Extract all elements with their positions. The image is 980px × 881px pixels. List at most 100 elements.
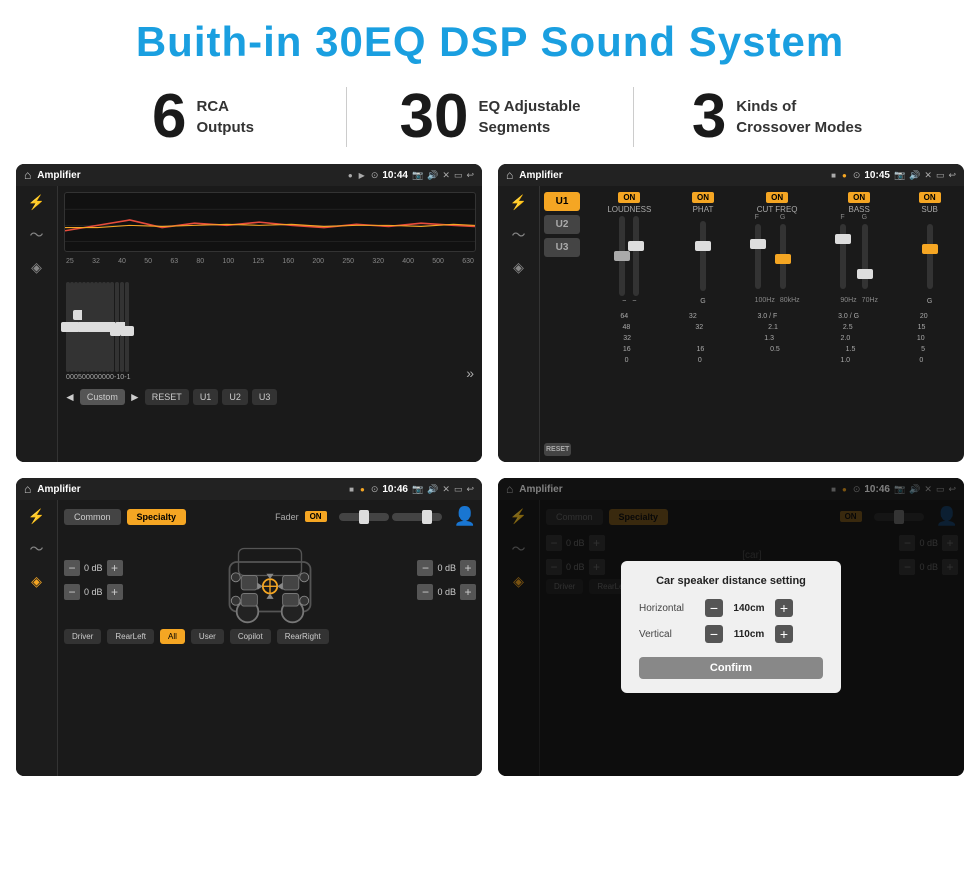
next-arrow[interactable]: ► bbox=[129, 390, 141, 404]
u3-btn-1[interactable]: U3 bbox=[252, 389, 278, 405]
phat-slider-v[interactable] bbox=[700, 221, 706, 291]
db-minus-fl[interactable]: − bbox=[64, 560, 80, 576]
sidebar-eq-icon[interactable]: ⚡ bbox=[28, 194, 45, 211]
status-time-2: 10:45 bbox=[864, 170, 890, 181]
rearleft-btn[interactable]: RearLeft bbox=[107, 629, 154, 644]
play-icon-1: ▶ bbox=[359, 171, 365, 180]
cutfreq-on[interactable]: ON bbox=[766, 192, 788, 203]
eq-graph bbox=[64, 192, 476, 252]
u2-btn-1[interactable]: U2 bbox=[222, 389, 248, 405]
vertical-plus[interactable]: + bbox=[775, 625, 793, 643]
cutfreq-f[interactable] bbox=[755, 224, 761, 289]
fader-slider-1[interactable] bbox=[339, 513, 389, 521]
db-row-fl: − 0 dB + bbox=[64, 560, 123, 576]
horizontal-minus[interactable]: − bbox=[705, 599, 723, 617]
window-icon-1: ▭ bbox=[454, 170, 463, 181]
sidebar-speaker2-icon[interactable]: ◈ bbox=[513, 259, 524, 276]
status-icons-3: ⊙ 10:46 📷 🔊 ✕ ▭ ↩ bbox=[371, 484, 474, 495]
sidebar-wave3-icon[interactable]: 〜 bbox=[30, 539, 44, 559]
screen-dialog: ⌂ Amplifier ■ ● ⊙ 10:46 📷 🔊 ✕ ▭ ↩ ⚡ 〜 ◈ bbox=[498, 478, 964, 776]
sub-on[interactable]: ON bbox=[919, 192, 941, 203]
db-plus-fl[interactable]: + bbox=[107, 560, 123, 576]
sidebar-speaker-icon[interactable]: ◈ bbox=[31, 259, 42, 276]
sidebar-eq3-icon[interactable]: ⚡ bbox=[28, 508, 45, 525]
specialty-tab[interactable]: Specialty bbox=[127, 509, 187, 525]
close-icon-2: ✕ bbox=[924, 170, 932, 181]
fader-on[interactable]: ON bbox=[305, 511, 327, 522]
stat-rca-number: 6 bbox=[152, 86, 186, 148]
sub-slider[interactable] bbox=[927, 224, 933, 289]
fader-tabs: Common Specialty Fader ON 👤 bbox=[64, 506, 476, 527]
db-plus-fr[interactable]: + bbox=[460, 560, 476, 576]
loudness-slider-l[interactable] bbox=[619, 216, 625, 296]
reset-crossover[interactable]: RESET bbox=[544, 443, 571, 456]
bass-on[interactable]: ON bbox=[848, 192, 870, 203]
confirm-button[interactable]: Confirm bbox=[639, 657, 823, 679]
home-icon[interactable]: ⌂ bbox=[24, 168, 31, 182]
screen1-content: ⚡ 〜 ◈ 2 bbox=[16, 186, 482, 462]
sub-sliders bbox=[927, 216, 933, 296]
db-plus-rr[interactable]: + bbox=[460, 584, 476, 600]
home-icon-3[interactable]: ⌂ bbox=[24, 482, 31, 496]
ctrl-loudness: ON LOUDNESS ~ ~ bbox=[607, 192, 651, 305]
camera-icon-1: 📷 bbox=[412, 170, 423, 181]
db-minus-rl[interactable]: − bbox=[64, 584, 80, 600]
dot-icon-1: ● bbox=[348, 171, 353, 180]
horizontal-plus[interactable]: + bbox=[775, 599, 793, 617]
vertical-label: Vertical bbox=[639, 629, 699, 640]
db-minus-rr[interactable]: − bbox=[417, 584, 433, 600]
all-btn[interactable]: All bbox=[160, 629, 185, 644]
status-bar-2: ⌂ Amplifier ■ ● ⊙ 10:45 📷 🔊 ✕ ▭ ↩ bbox=[498, 164, 964, 186]
vertical-value: 110cm bbox=[729, 629, 769, 640]
stat-rca: 6 RCA Outputs bbox=[60, 86, 346, 148]
volume-icon-3: 🔊 bbox=[427, 484, 438, 495]
volume-icon-2: 🔊 bbox=[909, 170, 920, 181]
dot-icon-2: ■ bbox=[831, 171, 836, 180]
phat-on[interactable]: ON bbox=[692, 192, 714, 203]
window-icon-2: ▭ bbox=[936, 170, 945, 181]
dialog-overlay: Car speaker distance setting Horizontal … bbox=[498, 478, 964, 776]
cutfreq-g[interactable] bbox=[780, 224, 786, 289]
u2-preset[interactable]: U2 bbox=[544, 215, 580, 234]
reset-btn-1[interactable]: RESET bbox=[145, 389, 189, 405]
home-icon-2[interactable]: ⌂ bbox=[506, 168, 513, 182]
user-btn[interactable]: User bbox=[191, 629, 224, 644]
bass-g[interactable] bbox=[862, 224, 868, 289]
bass-f[interactable] bbox=[840, 224, 846, 289]
screen3-content: ⚡ 〜 ◈ Common Specialty Fader ON 👤 bbox=[16, 500, 482, 776]
stat-eq-text2: Segments bbox=[479, 117, 581, 138]
db-plus-rl[interactable]: + bbox=[107, 584, 123, 600]
back-icon-1: ↩ bbox=[466, 170, 474, 181]
sidebar-speaker3-icon[interactable]: ◈ bbox=[31, 573, 42, 590]
crossover-main: ON LOUDNESS ~ ~ ON PH bbox=[584, 186, 964, 462]
location-icon-1: ⊙ bbox=[371, 170, 379, 181]
fader-slider-2[interactable] bbox=[392, 513, 442, 521]
crossover-value-row: 64323.0 / F3.0 / G20 bbox=[590, 313, 958, 320]
prev-arrow[interactable]: ◄ bbox=[64, 390, 76, 404]
sidebar-eq2-icon[interactable]: ⚡ bbox=[510, 194, 527, 211]
custom-btn[interactable]: Custom bbox=[80, 389, 125, 405]
sidebar-wave-icon[interactable]: 〜 bbox=[30, 225, 44, 245]
expand-icon[interactable]: » bbox=[466, 365, 474, 381]
driver-btn[interactable]: Driver bbox=[64, 629, 101, 644]
u3-preset[interactable]: U3 bbox=[544, 238, 580, 257]
stat-eq-number: 30 bbox=[400, 86, 469, 148]
db-minus-fr[interactable]: − bbox=[417, 560, 433, 576]
screen3-title: Amplifier bbox=[37, 484, 343, 495]
copilot-btn[interactable]: Copilot bbox=[230, 629, 271, 644]
rearright-btn[interactable]: RearRight bbox=[277, 629, 329, 644]
common-tab[interactable]: Common bbox=[64, 509, 121, 525]
loudness-on[interactable]: ON bbox=[618, 192, 640, 203]
vertical-minus[interactable]: − bbox=[705, 625, 723, 643]
u1-preset[interactable]: U1 bbox=[544, 192, 580, 211]
loudness-slider-r[interactable] bbox=[633, 216, 639, 296]
screen2-title: Amplifier bbox=[519, 170, 825, 181]
eq-slider-14: -1 bbox=[124, 271, 130, 381]
db-row-rr: − 0 dB + bbox=[417, 584, 476, 600]
u1-btn-1[interactable]: U1 bbox=[193, 389, 219, 405]
stat-crossover-text1: Kinds of bbox=[736, 96, 862, 117]
sidebar-wave2-icon[interactable]: 〜 bbox=[512, 225, 526, 245]
stat-crossover-number: 3 bbox=[692, 86, 726, 148]
fader-car-area: − 0 dB + − 0 dB + bbox=[64, 535, 476, 625]
fader-main: Common Specialty Fader ON 👤 − bbox=[58, 500, 482, 776]
